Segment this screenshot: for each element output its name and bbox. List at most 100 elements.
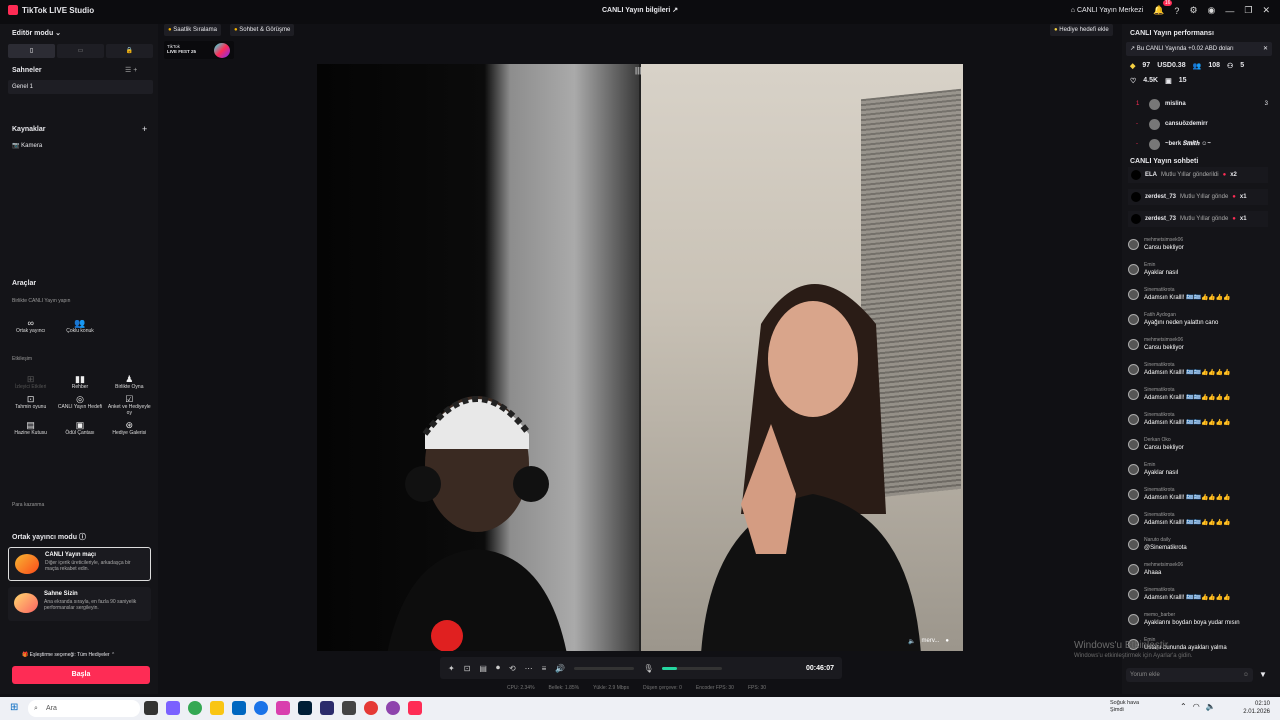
start-button[interactable]: Başla: [12, 666, 150, 684]
filter-icon[interactable]: ▼: [1259, 670, 1267, 679]
share-icon[interactable]: ↗: [672, 7, 678, 14]
speaker-icon[interactable]: 🔈: [908, 638, 915, 645]
tool-item[interactable]: ∞ Ortak yayıncı: [6, 319, 55, 335]
add-source-icon[interactable]: +: [142, 124, 147, 134]
chat-message[interactable]: Emin Ayaklar nasıl: [1128, 262, 1268, 287]
tool-item[interactable]: ▤ Hazine Kutusu: [6, 421, 55, 437]
weather-widget[interactable]: Soğuk hava Şimdi: [1110, 700, 1139, 714]
source-item-camera[interactable]: 📷 Kamera: [12, 142, 42, 149]
tool-item[interactable]: ☑ Anket ve Hediyeyle oy: [105, 395, 154, 417]
file-explorer-icon[interactable]: [210, 701, 224, 715]
volume-icon[interactable]: 🔊: [555, 664, 565, 673]
ranking-row[interactable]: 1 mislina 3: [1136, 97, 1268, 111]
capcut-icon[interactable]: [342, 701, 356, 715]
gift-goal-button[interactable]: ● Hediye hedefi ekle: [1050, 24, 1113, 36]
settings-icon[interactable]: ⚙: [1189, 5, 1197, 16]
landscape-mode-icon[interactable]: ▭: [57, 44, 104, 58]
premiere-icon[interactable]: [320, 701, 334, 715]
mic-slider[interactable]: [662, 666, 723, 670]
chat-message[interactable]: Sinematikrota Adamsın Kralll! 🇬🇷🇬🇷👍👍👍👍: [1128, 362, 1268, 387]
help-icon[interactable]: ?: [1174, 6, 1179, 16]
chat-message[interactable]: Emin Ayaklar nasıl: [1128, 462, 1268, 487]
tool-item[interactable]: ♟ Birlikte Oyna: [105, 375, 154, 391]
avatar: [1128, 614, 1139, 625]
chat-message[interactable]: Sinematikrota Adamsın Kralll! 🇬🇷🇬🇷👍👍👍👍: [1128, 587, 1268, 612]
clock[interactable]: 02:10 2.01.2026: [1243, 700, 1270, 716]
chat-message[interactable]: memo_barber Ayaklarını boydan boya yudar …: [1128, 612, 1268, 637]
gift-text: Mutlu Yıllar gönde: [1180, 216, 1229, 222]
layout-icon[interactable]: ▤: [479, 664, 487, 673]
lock-mode-icon[interactable]: 🔒: [106, 44, 153, 58]
app-icon-3[interactable]: [386, 701, 400, 715]
info-icon[interactable]: ⓘ: [79, 534, 86, 541]
hourly-ranking-tag[interactable]: ● Saatlik Sıralama: [164, 24, 221, 36]
minimize-icon[interactable]: —: [1225, 6, 1234, 16]
editor-mode-dropdown[interactable]: Editör modu ⌄: [12, 29, 61, 37]
windows-start-icon[interactable]: ⊞: [10, 702, 18, 713]
chat-message[interactable]: Naruto daily @Sinematikrota: [1128, 537, 1268, 562]
tool-item[interactable]: ⊡ Tahmin oyunu: [6, 395, 55, 416]
chat-message[interactable]: Sinematikrota Adamsın Kralll! 🇬🇷🇬🇷👍👍👍👍: [1128, 487, 1268, 512]
match-option-dropdown[interactable]: 🎁 Eşleştirme seçeneği: Tüm Hediyeler ⌃: [22, 652, 115, 658]
live-center-button[interactable]: ⌂ CANLI Yayın Merkezi: [1071, 7, 1143, 14]
live-preview-canvas[interactable]: ||| 🔈 merv... ●: [317, 64, 963, 651]
tool-item[interactable]: ▣ Ödül Çantası: [55, 421, 104, 437]
comment-input[interactable]: Yorum ekle ☺: [1126, 668, 1253, 682]
chat-message[interactable]: Fatih Aydogan Ayağını neden yalattın cano: [1128, 312, 1268, 337]
tiktok-studio-taskbar-icon[interactable]: [408, 701, 422, 715]
mic-icon[interactable]: 🎙: [643, 664, 653, 673]
activation-watermark: Windows'u Etkinleştir: [1074, 640, 1169, 651]
volume-slider[interactable]: [574, 666, 635, 670]
app-icon-1[interactable]: [276, 701, 290, 715]
app-icon-2[interactable]: [364, 701, 378, 715]
chat-message[interactable]: mehmetsimsek06 Cansu bekliyor: [1128, 337, 1268, 362]
scene-list-icon[interactable]: ☰ +: [125, 66, 137, 74]
more-icon[interactable]: ⋯: [525, 664, 533, 673]
portrait-mode-icon[interactable]: ▯: [8, 44, 55, 58]
chat-username: Fatih Aydogan: [1144, 312, 1176, 318]
live-match-card[interactable]: CANLI Yayın maçı Diğer içerik üreticiler…: [8, 547, 151, 581]
close-icon[interactable]: ✕: [1262, 5, 1270, 16]
guest-figure: [701, 284, 921, 651]
chat-message[interactable]: Sinematikrota Adamsın Kralll! 🇬🇷🇬🇷👍👍👍👍: [1128, 387, 1268, 412]
chat-meet-tag[interactable]: ● Sohbet & Görüşme: [230, 24, 295, 36]
tool-item[interactable]: ⊛ Hediye Galerisi: [105, 421, 154, 437]
chat-message[interactable]: mehmetsimsek06 Ahaaa: [1128, 562, 1268, 587]
chat-message[interactable]: Derkan Oko Cansu bekliyor: [1128, 437, 1268, 462]
ranking-row[interactable]: - ~berk 𝑺𝒎𝒊𝒕𝒉 ☺~: [1136, 137, 1268, 151]
tool-item[interactable]: ▮▮ Rehber: [55, 375, 104, 391]
task-view-icon[interactable]: [144, 701, 158, 715]
maximize-icon[interactable]: ❐: [1244, 5, 1252, 16]
stage-card[interactable]: Sahne Sizin Ana ekranda sırayla, en fazl…: [8, 587, 151, 621]
notification-icon[interactable]: 🔔 16: [1153, 0, 1173, 16]
teams-icon[interactable]: [166, 701, 180, 715]
chevron-up-icon[interactable]: ⌃: [1180, 702, 1187, 711]
magic-wand-icon[interactable]: ✦: [448, 664, 455, 673]
chat-message[interactable]: Sinematikrota Adamsın Kralll! 🇬🇷🇬🇷👍👍👍👍: [1128, 512, 1268, 537]
chat-message[interactable]: Sinematikrota Adamsın Kralll! 🇬🇷🇬🇷👍👍👍👍: [1128, 287, 1268, 312]
tool-item[interactable]: ◎ CANLI Yayın Hedefi: [55, 395, 104, 416]
scene-item[interactable]: Genel 1: [8, 80, 153, 94]
taskbar-search[interactable]: ⌕ Ara: [28, 700, 140, 717]
wifi-icon[interactable]: ◠: [1193, 702, 1200, 711]
guest-label[interactable]: 🔈 merv... ●: [908, 638, 949, 645]
edge-icon[interactable]: [254, 701, 268, 715]
interaction-tools: ⊞ İzleyici Etkileri ▮▮ Rehber ♟ Birlikte Oyna…: [6, 375, 154, 437]
chrome-icon[interactable]: [188, 701, 202, 715]
store-icon[interactable]: [232, 701, 246, 715]
tool-item[interactable]: ⊞ İzleyici Etkileri: [6, 375, 55, 391]
record-icon[interactable]: ⏺: [496, 663, 500, 673]
effects-icon[interactable]: ⊡: [464, 664, 471, 673]
live-info-title[interactable]: CANLI Yayın bilgileri ↗: [602, 6, 678, 14]
ranking-row[interactable]: - cansuözdemirr: [1136, 117, 1268, 131]
mixer-icon[interactable]: ≡: [542, 664, 547, 673]
close-banner-icon[interactable]: ✕: [1263, 42, 1268, 56]
photoshop-icon[interactable]: [298, 701, 312, 715]
replay-icon[interactable]: ⟲: [509, 664, 516, 673]
avatar[interactable]: ◉: [1208, 5, 1216, 16]
sound-icon[interactable]: 🔈: [1206, 702, 1216, 711]
chat-message[interactable]: mehmetsimsek06 Cansu bekliyor: [1128, 237, 1268, 262]
emoji-icon[interactable]: ☺: [1243, 668, 1249, 682]
tool-item[interactable]: 👥 Çoklu konuk: [55, 319, 104, 335]
chat-message[interactable]: Sinematikrota Adamsın Kralll! 🇬🇷🇬🇷👍👍👍👍: [1128, 412, 1268, 437]
